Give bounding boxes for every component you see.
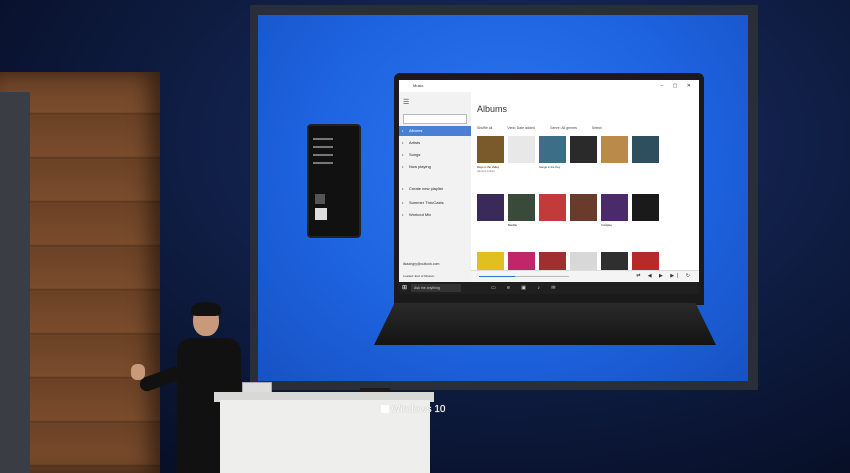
album-title: Coldplay bbox=[601, 223, 612, 227]
windows-logo-text: Windows 10 bbox=[391, 404, 446, 415]
select-button[interactable]: Select bbox=[592, 126, 602, 130]
plus-icon: • bbox=[402, 186, 404, 191]
windows-logo: Windows 10 bbox=[381, 404, 445, 415]
progress-fill bbox=[479, 276, 515, 277]
phone-menu-lines bbox=[313, 132, 343, 170]
album-tile[interactable] bbox=[632, 194, 659, 221]
phone-thumbnail bbox=[315, 208, 327, 220]
album-title: Bastille bbox=[508, 223, 518, 227]
sidebar-item-workout-mix[interactable]: • Workout Mix bbox=[399, 210, 471, 220]
taskbar-app-icons[interactable]: ▭ e ▣ ♪ ✉ bbox=[491, 282, 560, 294]
album-tile[interactable] bbox=[477, 136, 504, 163]
sidebar-item-label: Workout Mix bbox=[409, 212, 432, 217]
shuffle-button[interactable]: Shuffle all bbox=[477, 126, 492, 130]
search-input[interactable] bbox=[403, 114, 467, 124]
progress-bar[interactable] bbox=[479, 276, 569, 277]
album-icon: • bbox=[402, 128, 404, 133]
album-artist: Various Artists bbox=[477, 169, 495, 173]
album-tile[interactable] bbox=[477, 194, 504, 221]
bars-icon: • bbox=[402, 164, 404, 169]
sidebar-item-now-playing[interactable]: • Now playing bbox=[399, 162, 471, 172]
list-icon: • bbox=[402, 212, 404, 217]
toolbar: Shuffle all View: Date added Genre: All … bbox=[477, 124, 687, 132]
sidebar-item-label: Create new playlist bbox=[409, 186, 443, 191]
app-name: Music bbox=[413, 83, 424, 88]
person-icon: • bbox=[402, 140, 404, 145]
album-tile[interactable] bbox=[570, 136, 597, 163]
genre-dropdown[interactable]: Genre: All genres bbox=[550, 126, 577, 130]
sidebar-item-label: Now playing bbox=[409, 164, 431, 169]
sidebar-item-songs[interactable]: • Songs bbox=[399, 150, 471, 160]
presenter-hand bbox=[131, 364, 145, 380]
app-titlebar: Music – ▢ ✕ bbox=[399, 80, 699, 92]
sidebar-item-albums[interactable]: • Albums bbox=[399, 126, 471, 136]
now-playing-label[interactable]: Loaded: End of Mission bbox=[403, 274, 467, 278]
list-icon: • bbox=[402, 200, 404, 205]
album-tile[interactable] bbox=[508, 194, 535, 221]
sidebar-item-summer-thrucasts[interactable]: • Summer ThruCasts bbox=[399, 198, 471, 208]
stage-pillar bbox=[0, 92, 30, 473]
album-tile[interactable] bbox=[539, 194, 566, 221]
sidebar-item-label: Summer ThruCasts bbox=[409, 200, 444, 205]
note-icon: • bbox=[402, 152, 404, 157]
sidebar-item-create-new-playlist[interactable]: • Create new playlist bbox=[399, 184, 471, 194]
hamburger-icon[interactable]: ☰ bbox=[403, 98, 409, 106]
windows-start-icon[interactable]: ⊞ bbox=[402, 282, 407, 294]
phone-thumbnail bbox=[315, 194, 325, 204]
taskbar: ⊞ Ask me anything ▭ e ▣ ♪ ✉ bbox=[399, 282, 699, 294]
album-tile[interactable] bbox=[601, 194, 628, 221]
cortana-search-input[interactable]: Ask me anything bbox=[411, 284, 461, 292]
sidebar-item-label: Artists bbox=[409, 140, 421, 145]
album-title: Songs in the Key bbox=[539, 165, 561, 169]
album-tile[interactable] bbox=[632, 136, 659, 163]
account-label[interactable]: lisaangry@outlook.com bbox=[403, 262, 439, 266]
album-tile[interactable] bbox=[570, 194, 597, 221]
album-tile[interactable] bbox=[601, 136, 628, 163]
window-controls[interactable]: – ▢ ✕ bbox=[661, 80, 695, 92]
view-dropdown[interactable]: View: Date added bbox=[507, 126, 535, 130]
laptop-keyboard-base bbox=[374, 303, 716, 345]
phone-device bbox=[307, 124, 361, 238]
playback-controls[interactable]: ⇄ ◀ ▶ ▶| ↻ bbox=[636, 273, 693, 279]
page-title: Albums bbox=[477, 104, 508, 114]
sidebar: ☰ • Albums • Artists • Songs • Now playing • Crea… bbox=[399, 92, 471, 282]
sidebar-item-artists[interactable]: • Artists bbox=[399, 138, 471, 148]
windows-icon bbox=[381, 405, 389, 414]
album-tile[interactable] bbox=[508, 136, 535, 163]
sidebar-item-label: Albums bbox=[409, 128, 423, 133]
sidebar-item-label: Songs bbox=[409, 152, 421, 157]
presenter-hair bbox=[191, 302, 221, 316]
music-app-window: Music – ▢ ✕ ☰ • Albums • Artists • Songs • Now … bbox=[399, 80, 699, 294]
album-tile[interactable] bbox=[539, 136, 566, 163]
